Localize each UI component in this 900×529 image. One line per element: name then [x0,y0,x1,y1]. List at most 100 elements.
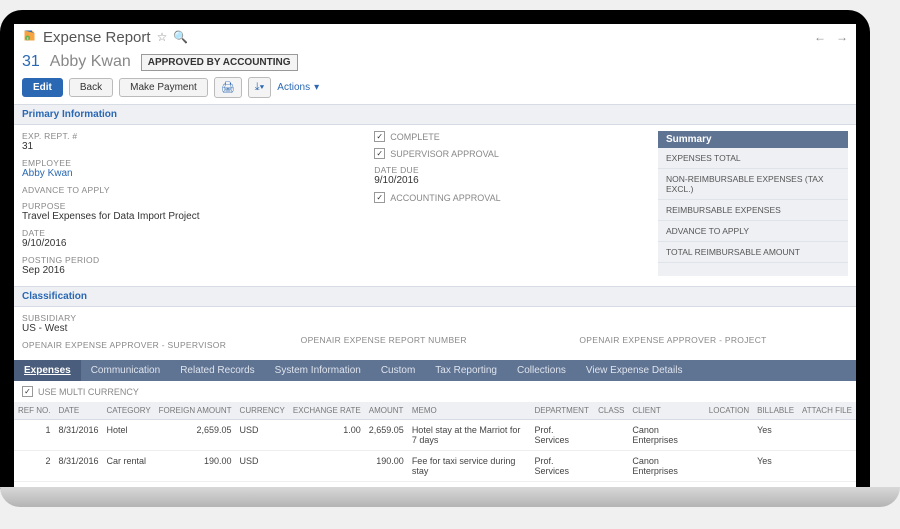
tab-system-information[interactable]: System Information [265,360,371,381]
cell-client[interactable]: Canon Enterprises [628,420,704,451]
label-multicurrency: USE MULTI CURRENCY [38,387,139,397]
cell-rate: 1.00 [289,420,365,451]
label-datedue: DATE DUE [374,165,648,175]
tab-related-records[interactable]: Related Records [170,360,264,381]
value-posting: Sep 2016 [22,265,364,276]
cell-date: 8/31/2016 [54,451,102,482]
tab-custom[interactable]: Custom [371,360,425,381]
tab-view-expense-details[interactable]: View Expense Details [576,360,693,381]
summary-item: ADVANCE TO APPLY [658,221,848,242]
cell-currency: USD [236,451,289,482]
summary-header: Summary [658,131,848,148]
label-acct-approval: ACCOUNTING APPROVAL [390,193,500,203]
cell-category: Hotel [103,420,155,451]
tab-communication[interactable]: Communication [81,360,170,381]
section-classification-header: Classification [14,286,856,307]
th-category[interactable]: CATEGORY [103,402,155,420]
value-purpose: Travel Expenses for Data Import Project [22,211,364,222]
employee-name: Abby Kwan [50,53,131,71]
th-foreign-amount[interactable]: FOREIGN AMOUNT [155,402,236,420]
th-class[interactable]: CLASS [594,402,628,420]
summary-item: TOTAL REIMBURSABLE AMOUNT [658,242,848,263]
th-memo[interactable]: MEMO [408,402,531,420]
record-number: 31 [22,53,40,71]
tab-tax-reporting[interactable]: Tax Reporting [425,360,507,381]
cell-client[interactable]: Canon Enterprises [628,451,704,482]
cell-foreign: 190.00 [155,451,236,482]
label-sup-approval: SUPERVISOR APPROVAL [390,149,499,159]
summary-item: REIMBURSABLE EXPENSES [658,200,848,221]
summary-item: NON-REIMBURSABLE EXPENSES (TAX EXCL.) [658,169,848,200]
cell-amount: 2,659.05 [365,420,408,451]
value-subsidiary: US - West [22,323,291,334]
cell-location [705,451,753,482]
primary-info-body: EXP. REPT. # 31 EMPLOYEE Abby Kwan ADVAN… [14,125,856,286]
cell-attach [798,451,856,482]
cell-date: 8/31/2016 [54,420,102,451]
export-icon[interactable]: ⤓▾ [248,77,271,98]
cell-dept: Prof. Services [530,451,594,482]
label-date: DATE [22,228,364,238]
cell-rate [289,451,365,482]
checkbox-acct-approval: ✓ [374,192,385,203]
expense-report-icon: $ [22,28,37,46]
expenses-table: REF NO. DATE CATEGORY FOREIGN AMOUNT CUR… [14,402,856,489]
checkbox-sup-approval: ✓ [374,148,385,159]
cell-ref: 2 [14,451,54,482]
label-purpose: PURPOSE [22,201,364,211]
cell-memo: Fee for taxi service during stay [408,451,531,482]
svg-text:$: $ [27,36,29,40]
th-department[interactable]: DEPARTMENT [530,402,594,420]
label-posting: POSTING PERIOD [22,255,364,265]
status-badge: APPROVED BY ACCOUNTING [141,54,298,71]
label-employee: EMPLOYEE [22,158,364,168]
table-row[interactable]: 18/31/2016Hotel2,659.05USD1.002,659.05Ho… [14,420,856,451]
label-subsidiary: SUBSIDIARY [22,313,291,323]
cell-class [594,451,628,482]
value-date: 9/10/2016 [22,238,364,249]
record-ident: 31 Abby Kwan APPROVED BY ACCOUNTING [14,51,856,77]
title-bar: $ Expense Report ☆ 🔍 ← → [14,24,856,51]
label-advance: ADVANCE TO APPLY [22,185,364,195]
print-icon[interactable]: 🖨 [214,77,242,98]
cell-dept: Prof. Services [530,420,594,451]
table-row[interactable]: 28/31/2016Car rental190.00USD190.00Fee f… [14,451,856,482]
actions-menu[interactable]: Actions ▾ [277,82,319,93]
th-location[interactable]: LOCATION [705,402,753,420]
label-complete: COMPLETE [390,132,440,142]
make-payment-button[interactable]: Make Payment [119,78,208,97]
th-exchange-rate[interactable]: EXCHANGE RATE [289,402,365,420]
cell-ref: 1 [14,420,54,451]
th-attach-file[interactable]: ATTACH FILE [798,402,856,420]
tab-expenses[interactable]: Expenses [14,360,81,381]
sub-tabbar: Expenses Communication Related Records S… [14,360,856,381]
th-currency[interactable]: CURRENCY [236,402,289,420]
checkbox-complete: ✓ [374,131,385,142]
cell-currency: USD [236,420,289,451]
cell-amount: 190.00 [365,451,408,482]
back-button[interactable]: Back [69,78,113,97]
nav-back-icon[interactable]: ← [814,30,826,44]
label-report-num: OPENAIR EXPENSE REPORT NUMBER [301,335,570,345]
star-icon[interactable]: ☆ [157,30,168,44]
label-approver-proj: OPENAIR EXPENSE APPROVER - PROJECT [579,335,848,345]
th-client[interactable]: CLIENT [628,402,704,420]
edit-button[interactable]: Edit [22,78,63,97]
cell-class [594,420,628,451]
th-billable[interactable]: BILLABLE [753,402,798,420]
search-icon[interactable]: 🔍 [173,30,188,44]
classification-body: SUBSIDIARY US - West OPENAIR EXPENSE APP… [14,307,856,360]
th-amount[interactable]: AMOUNT [365,402,408,420]
value-employee[interactable]: Abby Kwan [22,168,364,179]
cell-location [705,420,753,451]
checkbox-multicurrency: ✓ [22,386,33,397]
nav-forward-icon[interactable]: → [836,30,848,44]
th-date[interactable]: DATE [54,402,102,420]
summary-panel: Summary EXPENSES TOTAL NON-REIMBURSABLE … [658,131,848,276]
th-ref[interactable]: REF NO. [14,402,54,420]
tab-collections[interactable]: Collections [507,360,576,381]
cell-attach [798,420,856,451]
cell-category: Car rental [103,451,155,482]
page-title: Expense Report [43,29,151,46]
section-primary-header: Primary Information [14,104,856,125]
